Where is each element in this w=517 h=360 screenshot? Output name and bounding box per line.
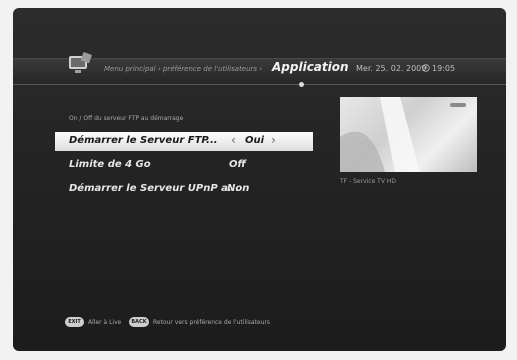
preview-image <box>340 97 466 172</box>
menu-item-label: Démarrer le Serveur FTP... <box>69 135 218 146</box>
date-display: Mer. 25. 02. 2009 <box>356 64 427 73</box>
menu-item-label: Limite de 4 Go <box>69 159 151 170</box>
tv-settings-icon <box>69 52 92 73</box>
menu-item-4gb-limit[interactable]: Limite de 4 Go Off <box>55 156 313 175</box>
chevron-left-icon[interactable]: ‹ <box>231 133 236 147</box>
live-preview <box>340 97 477 172</box>
channel-label: TF - Service TV HD <box>340 178 396 185</box>
clock-icon <box>422 64 430 72</box>
exit-key-badge[interactable]: EXIT <box>65 317 84 327</box>
menu-item-upnp-server[interactable]: Démarrer le Serveur UPnP a... Non <box>55 180 313 199</box>
tv-screen: Menu principal › préférence de l'utilisa… <box>13 8 506 351</box>
breadcrumb: Menu principal › préférence de l'utilisa… <box>104 65 263 73</box>
title-indicator <box>299 82 304 87</box>
menu-item-ftp-server[interactable]: Démarrer le Serveur FTP... ‹ Oui › <box>55 132 313 151</box>
menu-item-value: Off <box>229 159 246 170</box>
help-hint: On / Off du serveur FTP au démarrage <box>69 115 184 122</box>
time-display: 19:05 <box>432 64 456 73</box>
menu-item-value: Non <box>227 183 250 194</box>
chevron-right-icon[interactable]: › <box>271 133 276 147</box>
back-key-label: Retour vers préférence de l'utilisateurs <box>153 319 271 326</box>
menu-item-value: Oui <box>245 135 265 146</box>
page-title: Application <box>272 60 349 74</box>
exit-key-label: Aller à Live <box>88 319 122 326</box>
back-key-badge[interactable]: BACK <box>129 317 149 327</box>
menu-item-label: Démarrer le Serveur UPnP a... <box>69 183 240 194</box>
